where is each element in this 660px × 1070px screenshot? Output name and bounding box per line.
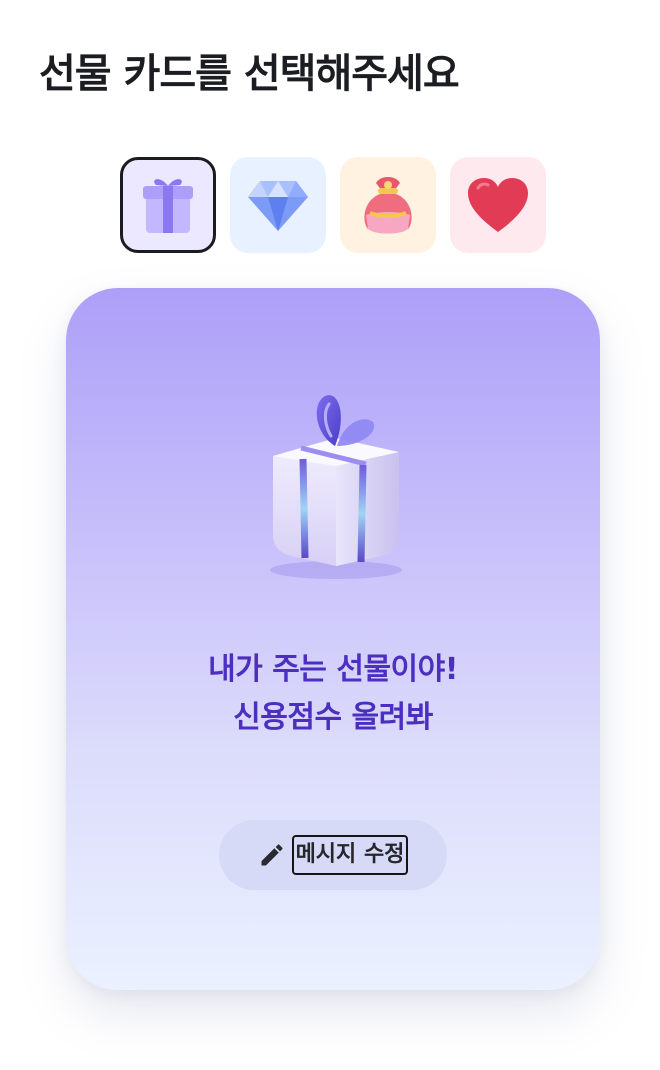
gift-message: 내가 주는 선물이야! 신용점수 올려봐 — [66, 646, 600, 742]
pencil-icon — [261, 844, 283, 866]
gift-message-line-2: 신용점수 올려봐 — [233, 700, 433, 735]
card-option-lucky-pouch[interactable] — [340, 157, 436, 253]
diamond-icon — [248, 181, 308, 231]
gift-box-illustration — [270, 395, 402, 579]
card-design-selector — [120, 157, 548, 253]
lucky-pouch-icon — [364, 177, 412, 234]
gift-icon — [143, 179, 193, 233]
edit-message-button[interactable]: 메시지 수정 — [219, 820, 447, 890]
card-option-heart[interactable] — [450, 157, 546, 253]
card-option-diamond[interactable] — [230, 157, 326, 253]
card-option-gift[interactable] — [120, 157, 216, 253]
heart-icon — [468, 178, 528, 232]
gift-message-line-1: 내가 주는 선물이야! — [208, 652, 458, 687]
gift-card-preview: 내가 주는 선물이야! 신용점수 올려봐 메시지 수정 — [66, 288, 600, 990]
edit-message-label[interactable]: 메시지 수정 — [291, 835, 409, 875]
page-title: 선물 카드를 선택해주세요 — [39, 51, 460, 97]
